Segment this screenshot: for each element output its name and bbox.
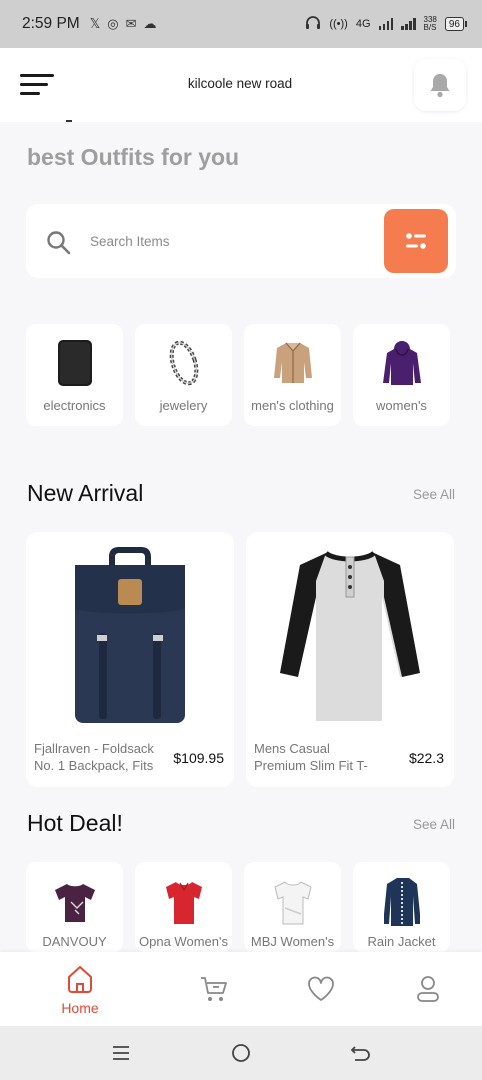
whatsapp-icon: ◎ xyxy=(107,16,119,31)
top-bar: kilcoole new road xyxy=(0,48,482,122)
category-electronics[interactable]: electronics xyxy=(26,324,123,426)
system-nav-bar xyxy=(0,1026,482,1080)
tshirt-icon xyxy=(47,874,103,930)
deal-label: MBJ Women's xyxy=(250,934,335,949)
nav-home-label: Home xyxy=(61,1000,99,1016)
search-icon xyxy=(47,231,71,255)
product-card-backpack[interactable]: Fjallraven - Foldsack No. 1 Backpack, Fi… xyxy=(26,532,234,787)
signal-icon xyxy=(378,18,394,30)
hotspot-icon: ((•)) xyxy=(329,18,348,30)
data-speed: 338 B/S xyxy=(423,15,437,32)
tshirt-icon xyxy=(265,874,321,930)
deal-item-opna[interactable]: Opna Women's xyxy=(135,862,232,952)
cart-icon xyxy=(201,977,227,1001)
new-arrival-title: New Arrival xyxy=(27,480,144,506)
heart-icon xyxy=(308,976,334,1001)
location-label[interactable]: kilcoole new road xyxy=(150,76,330,91)
product-card-tshirt[interactable]: Mens Casual Premium Slim Fit T- $22.3 xyxy=(246,532,454,787)
filter-button[interactable] xyxy=(384,209,448,273)
deal-item-rain-jacket[interactable]: Rain Jacket xyxy=(353,862,450,952)
search-input[interactable] xyxy=(90,228,370,254)
tshirt-icon xyxy=(246,540,454,730)
coat-icon xyxy=(374,874,430,930)
status-time: 2:59 PM xyxy=(22,15,80,32)
product-price: $22.3 xyxy=(408,750,444,766)
back-button[interactable] xyxy=(350,1042,372,1064)
recent-apps-icon xyxy=(113,1046,129,1060)
home-icon xyxy=(68,966,92,993)
greeting-dash xyxy=(66,120,72,122)
deal-item-mbj[interactable]: MBJ Women's xyxy=(244,862,341,952)
product-name: Mens Casual Premium Slim Fit T- xyxy=(254,741,368,773)
category-label: jewelery xyxy=(159,398,208,413)
home-system-button[interactable] xyxy=(230,1042,252,1064)
jacket-icon xyxy=(268,338,318,388)
filter-icon xyxy=(406,233,426,249)
cloud-icon: ☁ xyxy=(143,16,157,31)
status-bar: 2:59 PM 𝕏 ◎ ✉ ☁ ((•)) 4G 338 B/S 96 xyxy=(0,0,482,48)
battery-level: 96 xyxy=(448,18,460,30)
recent-apps-button[interactable] xyxy=(110,1042,132,1064)
battery-icon: 96 xyxy=(444,17,468,31)
mail-icon: ✉ xyxy=(125,16,137,31)
tablet-icon xyxy=(50,338,100,388)
deal-label: Rain Jacket xyxy=(367,934,436,949)
circle-icon xyxy=(232,1044,250,1062)
nav-favorites[interactable] xyxy=(291,974,351,1009)
tshirt-icon xyxy=(156,874,212,930)
notification-button[interactable] xyxy=(414,59,466,111)
headphones-icon xyxy=(305,15,321,33)
back-icon xyxy=(350,1046,370,1061)
category-jewelery[interactable]: jewelery xyxy=(135,324,232,426)
category-label: electronics xyxy=(43,398,106,413)
bracelet-icon xyxy=(159,338,209,388)
user-icon xyxy=(417,976,439,1002)
category-mens-clothing[interactable]: men's clothing xyxy=(244,324,341,426)
category-womens[interactable]: women's xyxy=(353,324,450,426)
product-price: $109.95 xyxy=(173,750,224,766)
network-type: 4G xyxy=(355,18,371,30)
nav-profile[interactable] xyxy=(398,974,458,1009)
product-name: Fjallraven - Foldsack No. 1 Backpack, Fi… xyxy=(34,741,154,773)
hot-deal-see-all[interactable]: See All xyxy=(413,817,455,832)
menu-button[interactable] xyxy=(20,74,56,100)
deal-item-danvouy[interactable]: DANVOUY xyxy=(26,862,123,952)
hot-deal-title: Hot Deal! xyxy=(27,810,123,836)
signal-icon-2 xyxy=(401,18,416,30)
category-label: men's clothing xyxy=(251,398,334,413)
x-app-icon: 𝕏 xyxy=(89,16,101,31)
backpack-icon xyxy=(26,540,234,730)
deal-label: Opna Women's xyxy=(139,934,228,949)
deal-label: DANVOUY xyxy=(42,934,107,949)
hoodie-icon xyxy=(377,338,427,388)
new-arrival-see-all[interactable]: See All xyxy=(413,487,455,502)
nav-home[interactable]: Home xyxy=(50,964,110,1016)
bottom-nav: Home xyxy=(0,952,482,1026)
search-bar xyxy=(26,204,456,278)
category-list: electronics jewelery men's clothing wome… xyxy=(26,324,450,426)
category-label: women's xyxy=(376,398,427,413)
page-headline: best Outfits for you xyxy=(27,144,240,170)
nav-cart[interactable] xyxy=(184,974,244,1009)
bell-icon xyxy=(430,74,450,98)
hot-deal-list: DANVOUY Opna Women's MBJ Women's Rain Ja… xyxy=(26,862,450,952)
